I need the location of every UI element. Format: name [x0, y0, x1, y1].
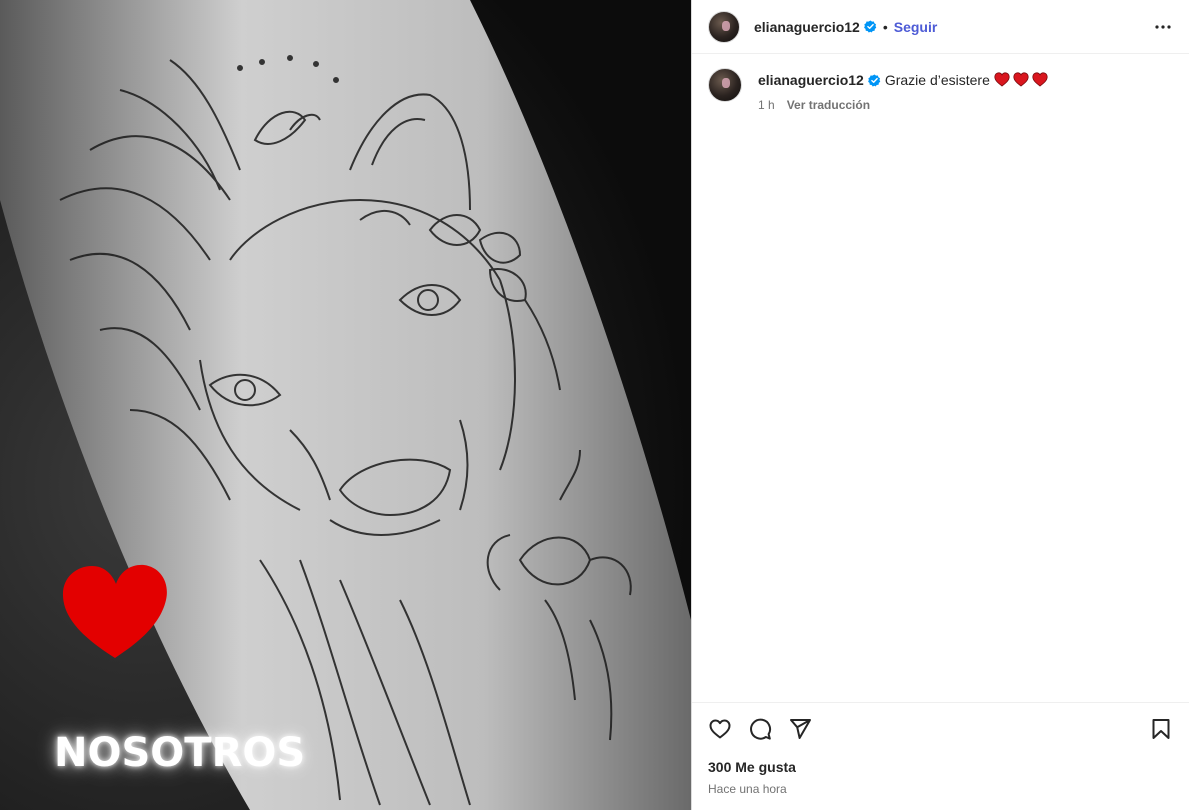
- separator-dot: •: [882, 18, 888, 35]
- share-send-icon[interactable]: [788, 717, 812, 741]
- post-media[interactable]: NOSOTROS: [0, 0, 691, 810]
- avatar[interactable]: [708, 10, 740, 43]
- post-author-username[interactable]: elianaguercio12: [754, 19, 860, 35]
- caption-time[interactable]: 1 h: [758, 98, 775, 112]
- verified-badge-icon: [867, 74, 881, 87]
- caption-username[interactable]: elianaguercio12: [758, 72, 864, 88]
- likes-count[interactable]: 300 Me gusta: [708, 759, 1173, 775]
- post-side-panel: elianaguercio12 • Seguir elianaguercio12…: [691, 0, 1189, 810]
- caption-avatar[interactable]: [708, 68, 742, 102]
- more-options-icon[interactable]: [1151, 15, 1175, 39]
- post-actions-section: 300 Me gusta Hace una hora: [692, 702, 1189, 796]
- red-heart-emoji-icon: [994, 72, 1010, 87]
- like-heart-icon[interactable]: [708, 717, 732, 741]
- verified-badge-icon: [863, 20, 877, 33]
- heart-emojis: [994, 72, 1048, 87]
- caption-line: elianaguercio12 Grazie d’esistere: [758, 71, 1048, 89]
- post-header: elianaguercio12 • Seguir: [692, 0, 1189, 54]
- comment-icon[interactable]: [748, 717, 772, 741]
- post-timestamp[interactable]: Hace una hora: [708, 782, 1173, 796]
- tattoo-photo: [0, 0, 691, 810]
- overlay-caption: NOSOTROS: [54, 730, 306, 776]
- save-bookmark-icon[interactable]: [1149, 717, 1173, 741]
- caption-meta: 1 h Ver traducción: [758, 98, 1048, 112]
- see-translation-button[interactable]: Ver traducción: [787, 98, 870, 112]
- follow-button[interactable]: Seguir: [894, 19, 938, 35]
- caption-comment: elianaguercio12 Grazie d’esistere 1 h Ve…: [692, 54, 1189, 112]
- heart-sticker-icon: [62, 564, 167, 658]
- red-heart-emoji-icon: [1013, 72, 1029, 87]
- red-heart-emoji-icon: [1032, 72, 1048, 87]
- caption-text: Grazie d’esistere: [884, 72, 990, 88]
- caption-body: elianaguercio12 Grazie d’esistere 1 h Ve…: [758, 68, 1048, 112]
- action-bar: [708, 703, 1173, 755]
